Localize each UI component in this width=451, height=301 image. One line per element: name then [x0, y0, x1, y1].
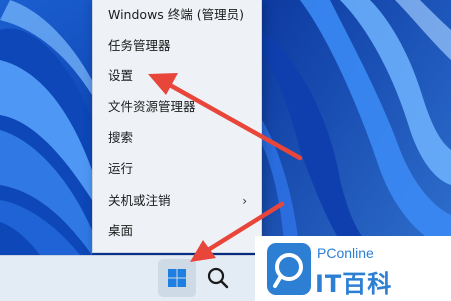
menu-item-search[interactable]: 搜索 [93, 124, 261, 152]
menu-item-settings[interactable]: 设置 [93, 62, 261, 90]
menu-item-task-manager[interactable]: 任务管理器 [93, 32, 261, 60]
menu-item-label: 运行 [108, 161, 134, 176]
menu-item-label: 任务管理器 [108, 38, 171, 53]
chevron-right-icon: › [242, 194, 247, 208]
menu-item-desktop[interactable]: 桌面 [93, 217, 261, 245]
menu-item-label: 设置 [108, 68, 134, 83]
menu-item-label: 关机或注销 [108, 193, 171, 208]
menu-item-label: 文件资源管理器 [108, 99, 196, 114]
taskbar-search-button[interactable] [203, 263, 233, 293]
desktop-screen: Windows 终端 (管理员) 任务管理器 设置 文件资源管理器 搜索 运行 … [0, 0, 451, 301]
menu-item-windows-terminal-admin[interactable]: Windows 终端 (管理员) [93, 1, 261, 29]
pconline-watermark: PConline IT百科 [255, 236, 451, 301]
winx-context-menu: Windows 终端 (管理员) 任务管理器 设置 文件资源管理器 搜索 运行 … [92, 0, 262, 253]
menu-item-file-explorer[interactable]: 文件资源管理器 [93, 93, 261, 121]
brand-name-large: IT百科 [315, 270, 393, 298]
menu-item-run[interactable]: 运行 [93, 155, 261, 183]
search-icon [207, 267, 229, 289]
start-button[interactable] [158, 259, 196, 297]
menu-item-label: 桌面 [108, 223, 134, 238]
pconline-logo-icon [267, 243, 311, 295]
menu-item-shutdown-signout[interactable]: 关机或注销 › [93, 187, 261, 215]
brand-name-small: PConline [317, 245, 374, 261]
menu-item-label: Windows 终端 (管理员) [108, 7, 244, 22]
menu-item-label: 搜索 [108, 130, 134, 145]
windows-logo-icon [168, 269, 186, 287]
